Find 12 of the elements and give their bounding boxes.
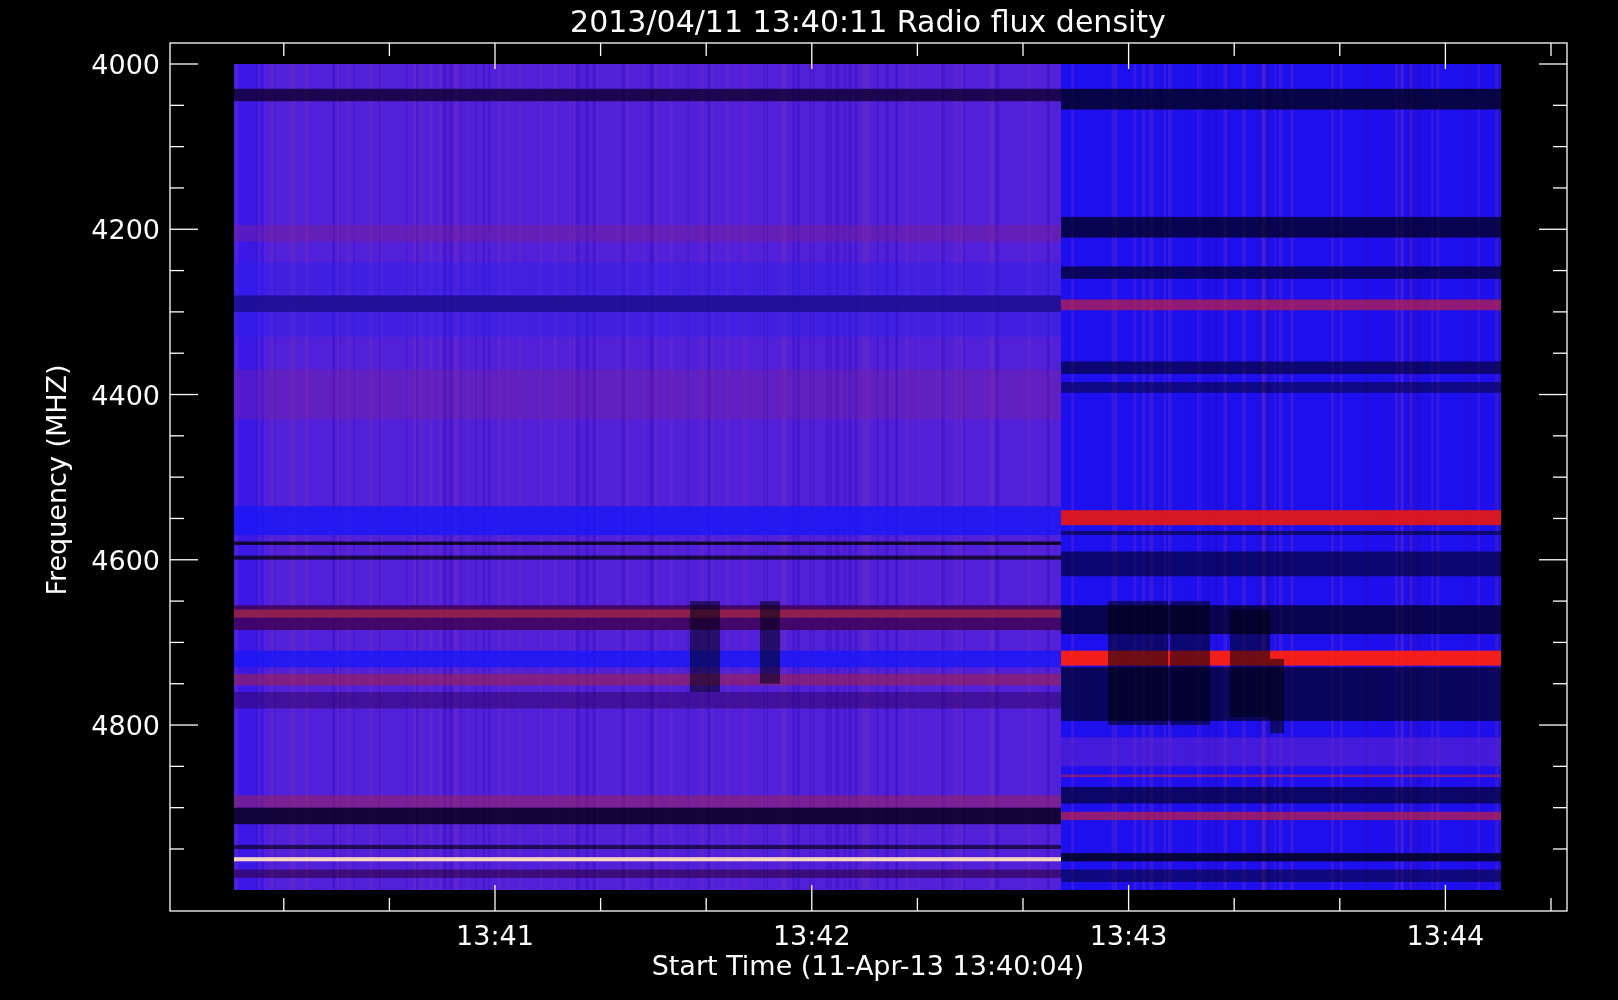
chart-title: 2013/04/11 13:40:11 Radio flux density: [570, 4, 1166, 39]
y-tick-label: 4400: [91, 379, 160, 411]
x-tick-label: 13:43: [1089, 920, 1168, 951]
y-tick-label: 4200: [91, 214, 160, 246]
y-tick-label: 4000: [91, 49, 160, 80]
x-tick-label: 13:42: [772, 920, 851, 951]
y-axis-title: Frequency (MHZ): [41, 364, 72, 596]
x-axis-title: Start Time (11-Apr-13 13:40:04): [651, 950, 1085, 981]
x-tick-label: 13:44: [1406, 920, 1485, 951]
y-tick-label: 4800: [91, 710, 160, 741]
x-tick-label: 13:41: [456, 920, 534, 951]
y-tick-label: 4600: [91, 544, 160, 576]
